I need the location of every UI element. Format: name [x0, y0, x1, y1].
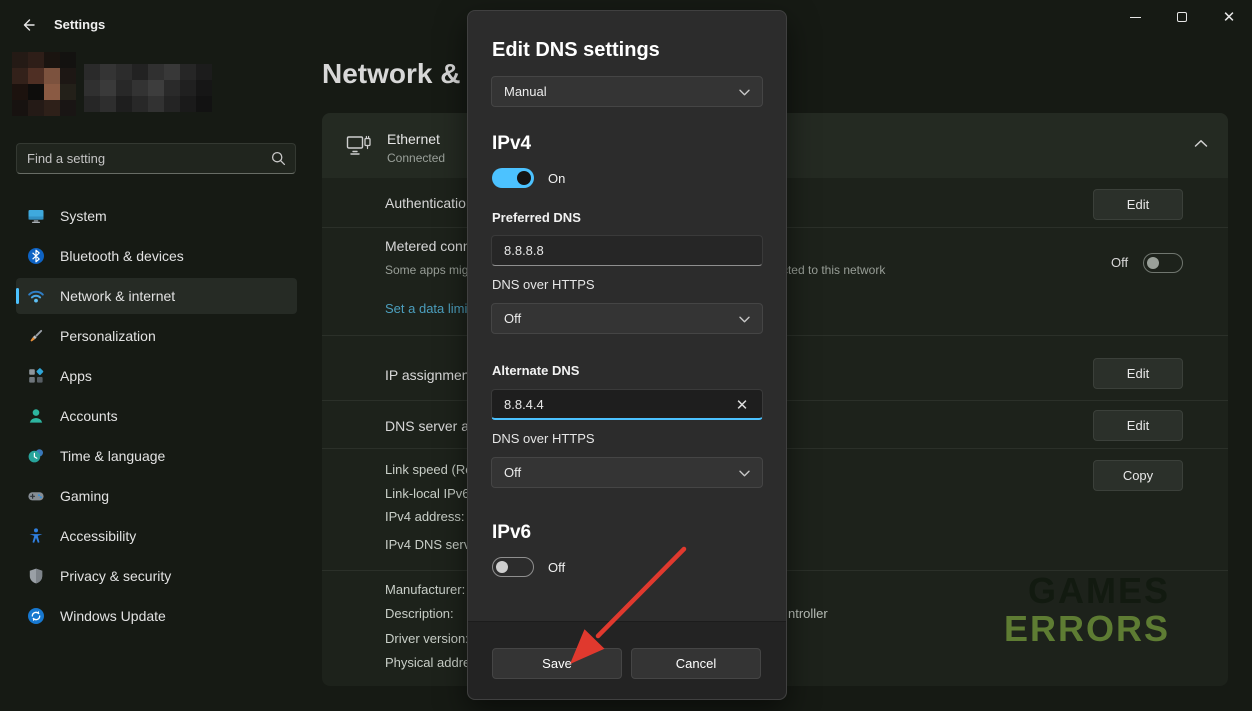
alternate-dns-over-https-label: DNS over HTTPS	[492, 431, 595, 446]
time-language-icon	[27, 447, 45, 465]
ipv6-toggle-label: Off	[548, 560, 565, 575]
copy-button[interactable]: Copy	[1093, 460, 1183, 491]
personalization-icon	[27, 327, 45, 345]
accessibility-icon	[27, 527, 45, 545]
dns-assignment-edit-button[interactable]: Edit	[1093, 410, 1183, 441]
sidebar-item-gaming[interactable]: Gaming	[16, 478, 297, 514]
dns-over-https-value: Off	[504, 311, 521, 326]
sidebar: System Bluetooth & devices Network & int…	[0, 48, 312, 711]
ethernet-title: Ethernet	[387, 131, 440, 147]
sidebar-item-accessibility[interactable]: Accessibility	[16, 518, 297, 554]
search-input[interactable]	[27, 144, 267, 173]
description-label: Description:	[385, 606, 454, 621]
ip-assignment-edit-button[interactable]: Edit	[1093, 358, 1183, 389]
app-title: Settings	[54, 17, 105, 32]
sidebar-item-personalization[interactable]: Personalization	[16, 318, 297, 354]
user-name-blurred	[84, 64, 212, 112]
manufacturer-label: Manufacturer:	[385, 582, 465, 597]
chevron-down-icon	[739, 470, 750, 477]
cancel-button[interactable]: Cancel	[631, 648, 761, 679]
back-arrow-icon	[20, 17, 36, 33]
sidebar-item-label: Accounts	[60, 408, 118, 424]
sidebar-item-label: Accessibility	[60, 528, 136, 544]
sidebar-item-bluetooth[interactable]: Bluetooth & devices	[16, 238, 297, 274]
sidebar-item-apps[interactable]: Apps	[16, 358, 297, 394]
dialog-title: Edit DNS settings	[492, 39, 660, 62]
ip-assignment-label: IP assignment:	[385, 367, 477, 383]
dns-mode-select[interactable]: Manual	[491, 76, 763, 107]
network-icon	[27, 287, 45, 305]
alternate-dns-input[interactable]	[491, 389, 763, 420]
sidebar-item-label: Network & internet	[60, 288, 175, 304]
search-icon	[271, 151, 286, 166]
search-box	[16, 143, 296, 174]
alternate-dns-over-https-select[interactable]: Off	[491, 457, 763, 488]
dns-over-https-label: DNS over HTTPS	[492, 277, 595, 292]
dns-mode-value: Manual	[504, 84, 547, 99]
sidebar-item-label: Gaming	[60, 488, 109, 504]
sidebar-item-label: Apps	[60, 368, 92, 384]
sidebar-item-accounts[interactable]: Accounts	[16, 398, 297, 434]
preferred-dns-label: Preferred DNS	[492, 210, 581, 225]
maximize-button[interactable]	[1159, 0, 1205, 34]
sidebar-item-system[interactable]: System	[16, 198, 297, 234]
gaming-icon	[27, 487, 45, 505]
sidebar-item-label: Time & language	[60, 448, 165, 464]
selected-indicator	[16, 288, 19, 304]
back-button[interactable]	[10, 12, 46, 38]
minimize-icon	[1130, 17, 1141, 18]
sidebar-item-label: Bluetooth & devices	[60, 248, 184, 264]
sidebar-item-label: Windows Update	[60, 608, 166, 624]
clear-input-icon[interactable]: ✕	[729, 393, 755, 416]
metered-toggle-label: Off	[1111, 255, 1128, 270]
privacy-shield-icon	[27, 567, 45, 585]
sidebar-item-label: Privacy & security	[60, 568, 171, 584]
sidebar-item-privacy[interactable]: Privacy & security	[16, 558, 297, 594]
sidebar-item-network[interactable]: Network & internet	[16, 278, 297, 314]
authentication-edit-button[interactable]: Edit	[1093, 189, 1183, 220]
minimize-button[interactable]	[1112, 0, 1158, 34]
alternate-dns-over-https-value: Off	[504, 465, 521, 480]
sidebar-item-label: Personalization	[60, 328, 156, 344]
watermark-errors: ERRORS	[1004, 611, 1170, 647]
windows-update-icon	[27, 607, 45, 625]
edit-dns-dialog: Edit DNS settings Manual IPv4 On Preferr…	[467, 10, 787, 700]
chevron-down-icon	[739, 316, 750, 323]
alternate-dns-label: Alternate DNS	[492, 363, 579, 378]
watermark-games: GAMES	[1028, 573, 1170, 609]
bluetooth-icon	[27, 247, 45, 265]
system-icon	[27, 207, 45, 225]
ipv4-toggle[interactable]	[492, 168, 534, 188]
driver-version-label: Driver version:	[385, 631, 469, 646]
sidebar-item-windows-update[interactable]: Windows Update	[16, 598, 297, 634]
dialog-footer: Save Cancel	[468, 621, 786, 699]
ipv4-address-label: IPv4 address:	[385, 509, 465, 524]
ipv4-toggle-label: On	[548, 171, 565, 186]
accounts-icon	[27, 407, 45, 425]
close-button[interactable]: ✕	[1206, 0, 1252, 34]
description-value-fragment: ntroller	[788, 606, 828, 621]
maximize-icon	[1177, 12, 1187, 22]
settings-window: Settings ✕ System B	[0, 0, 1252, 711]
chevron-up-icon[interactable]	[1194, 139, 1208, 148]
ethernet-status: Connected	[387, 151, 445, 165]
dns-over-https-select[interactable]: Off	[491, 303, 763, 334]
sidebar-item-label: System	[60, 208, 107, 224]
save-button[interactable]: Save	[492, 648, 622, 679]
apps-icon	[27, 367, 45, 385]
chevron-down-icon	[739, 89, 750, 96]
avatar[interactable]	[12, 52, 76, 116]
ipv4-heading: IPv4	[492, 133, 531, 155]
metered-connection-toggle[interactable]	[1143, 253, 1183, 273]
sidebar-item-time-language[interactable]: Time & language	[16, 438, 297, 474]
close-icon: ✕	[1223, 10, 1236, 25]
ipv6-toggle[interactable]	[492, 557, 534, 577]
ipv6-heading: IPv6	[492, 522, 531, 544]
preferred-dns-input[interactable]	[491, 235, 763, 266]
ethernet-icon	[346, 134, 372, 158]
